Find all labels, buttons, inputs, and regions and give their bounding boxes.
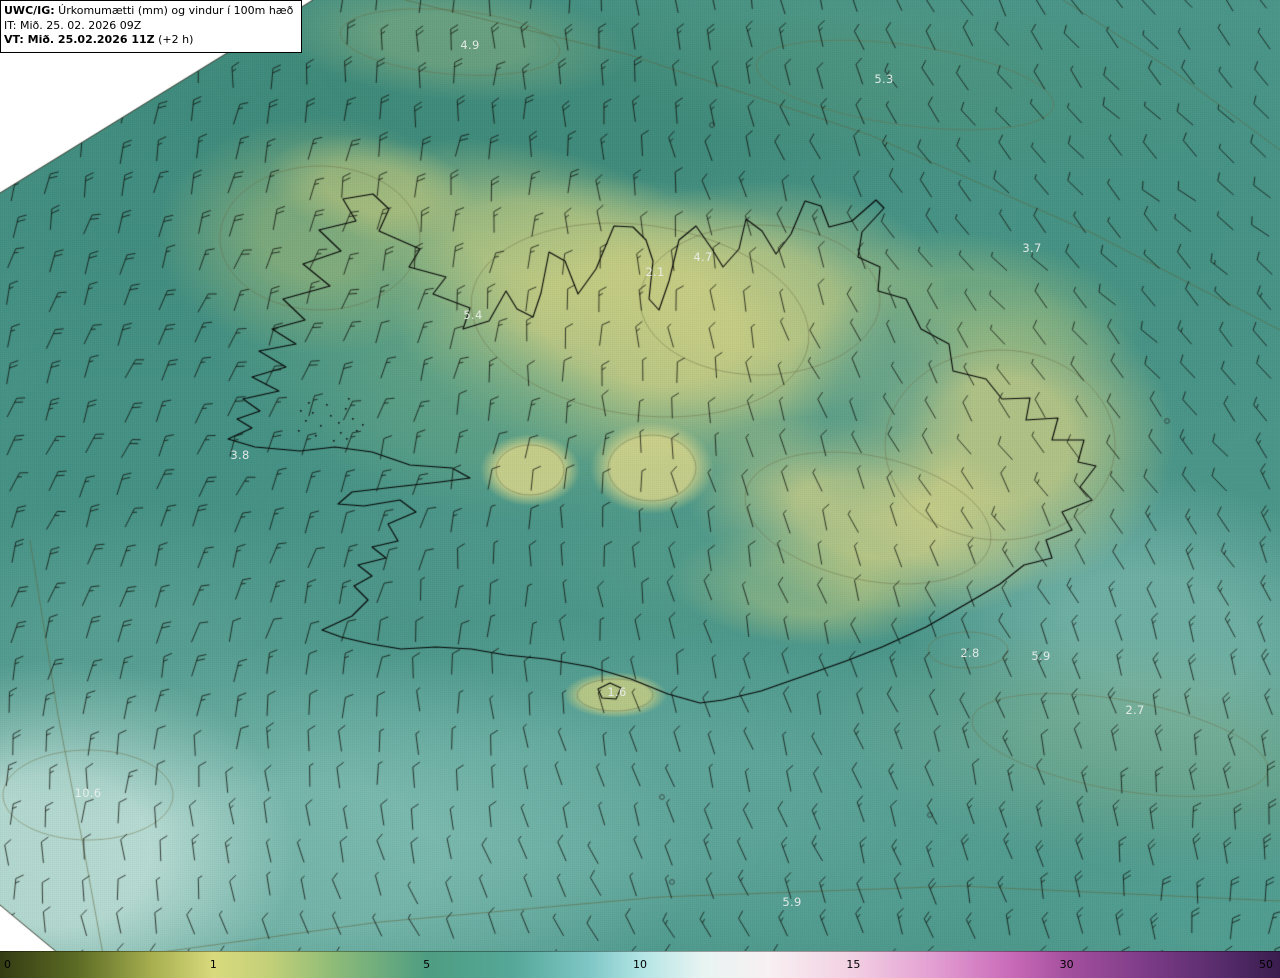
colorbar-tick: 30	[1059, 958, 1074, 971]
precipitation-colorbar: 0 1 5 10 15 30 50	[0, 951, 1280, 978]
precipitation-wind-map-canvas	[0, 0, 1280, 978]
weather-map-viewport: 4.9 5.3 3.7 4.7 2.1 5.4 3.8 2.8 5.9 1.6 2.7 10.6 5.9…	[0, 0, 1280, 978]
colorbar-tick: 5	[423, 958, 431, 971]
colorbar-tick: 1	[209, 958, 217, 971]
valid-time-line: VT: Mið. 25.02.2026 11Z (+2 h)	[4, 33, 293, 48]
valid-time-offset: (+2 h)	[154, 33, 194, 47]
colorbar-tick: 10	[633, 958, 647, 971]
map-title-box: UWC/IG: Úrkomumætti (mm) og vindur í 100…	[0, 0, 302, 53]
init-time-label: IT: Mið. 25. 02. 2026 09Z	[4, 18, 142, 32]
valid-time-label: VT: Mið. 25.02.2026 11Z	[4, 33, 155, 47]
map-title: Úrkomumætti (mm) og vindur í 100m hæð	[54, 4, 294, 17]
colorbar-tick: 0	[4, 958, 11, 971]
colorbar-tick: 15	[846, 958, 861, 971]
model-id-label: UWC/IG:	[4, 4, 55, 17]
title-line: UWC/IG: Úrkomumætti (mm) og vindur í 100…	[4, 4, 293, 19]
colorbar-tick: 50	[1259, 958, 1273, 971]
